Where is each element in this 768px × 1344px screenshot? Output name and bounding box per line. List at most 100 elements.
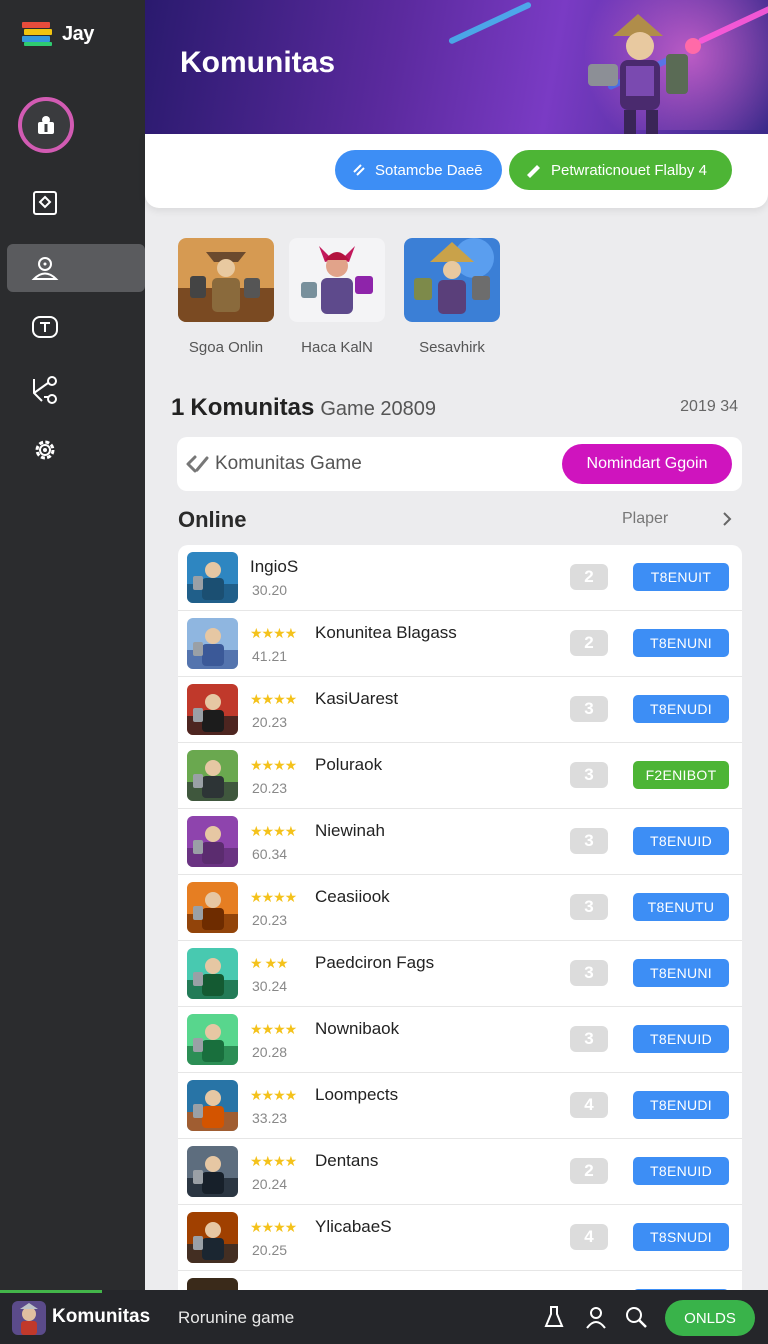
sidebar-item-community[interactable] (20, 246, 70, 290)
game-name: Poluraok (315, 755, 383, 774)
logo-icon (22, 20, 54, 48)
chevron-right-icon[interactable] (721, 510, 733, 528)
sidebar-item-tags[interactable] (20, 181, 70, 225)
app-name: Jay (62, 22, 94, 45)
rating-stars: ★★★★ (250, 757, 297, 773)
section-meta: 2019 34 (680, 398, 738, 415)
section-marker: 1 (171, 394, 185, 421)
flask-icon[interactable] (543, 1305, 565, 1329)
game-row[interactable]: IngioS 30.20 2 T8ENUIT (178, 545, 742, 611)
featured-game[interactable]: Sesavhirk (404, 238, 500, 356)
join-button[interactable]: Nomindart Ggoin (562, 444, 732, 484)
join-game-button[interactable]: T8ENUNI (633, 629, 729, 657)
game-name: Dentans (315, 1151, 379, 1170)
join-game-button[interactable]: T8ENUIT (633, 563, 729, 591)
bottom-subtitle: Rorunine game (178, 1308, 295, 1327)
player-count-badge: 2 (570, 630, 608, 656)
game-row[interactable]: ★★★★ Niewinah 60.34 3 T8ENUID (178, 809, 742, 875)
join-game-button[interactable]: T8ENUDI (633, 1091, 729, 1119)
game-name: Niewinah (315, 821, 385, 840)
search-input[interactable]: Komunitas Game (215, 453, 362, 475)
player-filter-link[interactable]: Plaper (622, 510, 668, 528)
game-row[interactable]: ★★★★ Loompects 33.23 4 T8ENUDI (178, 1073, 742, 1139)
featured-game-caption: Sgoa Onlin (188, 339, 264, 356)
join-game-button[interactable]: T8ENUID (633, 827, 729, 855)
rating-stars: ★★★★ (250, 625, 297, 641)
game-icon (187, 750, 238, 801)
game-icon (187, 816, 238, 867)
game-row[interactable]: ★★★★ YlicabaeS 20.25 4 T8SNUDI (178, 1205, 742, 1271)
game-name: Ceasiiook (315, 887, 390, 906)
hero-banner: Komunitas (145, 0, 768, 134)
sidebar-item-settings[interactable] (20, 428, 70, 472)
game-icon (187, 948, 238, 999)
game-meta: 20.23 (252, 714, 288, 730)
app-logo[interactable]: Jay (22, 20, 94, 48)
game-icon (187, 1014, 238, 1065)
gear-icon (35, 440, 55, 460)
page-title: Komunitas (180, 46, 336, 79)
bottom-bar: Komunitas Rorunine game ONLDS (0, 1290, 768, 1344)
game-row[interactable]: ★★★★ Poluraok 20.23 3 F2ENIBOT (178, 743, 742, 809)
bottom-progress-indicator (0, 1290, 102, 1293)
game-row[interactable]: ★★★★ KasiUarest 20.23 3 T8ENUDI (178, 677, 742, 743)
bottom-title: Komunitas (52, 1306, 151, 1327)
secondary-action-label: Petwraticnouet Flalby 4 (551, 161, 707, 179)
sidebar-item-share[interactable] (20, 368, 70, 412)
join-game-button[interactable]: T8ENUDI (633, 695, 729, 723)
primary-action-button[interactable]: Sotamcbe Daeē (335, 150, 502, 190)
game-meta: 33.23 (252, 1110, 288, 1126)
join-game-button[interactable]: T8ENUID (633, 1025, 729, 1053)
search-icon[interactable] (624, 1305, 648, 1329)
featured-game-caption: Sesavhirk (419, 339, 485, 356)
section-subtitle: Game 20809 (320, 398, 437, 420)
rating-stars: ★ ★★ (250, 955, 289, 971)
game-row[interactable]: ★★★★ Ceasiiook 20.23 3 T8ENUTU (178, 875, 742, 941)
profile-avatar[interactable] (18, 97, 74, 153)
player-count-badge: 3 (570, 1026, 608, 1052)
sidebar-item-text[interactable] (20, 305, 70, 349)
rating-stars: ★★★★ (250, 823, 297, 839)
online-heading: Online (178, 507, 247, 532)
link-icon (353, 164, 365, 176)
join-game-button[interactable]: T8ENUTU (633, 893, 729, 921)
player-count-badge: 3 (570, 894, 608, 920)
join-game-button[interactable]: T8SNUDI (633, 1223, 729, 1251)
game-list: IngioS 30.20 2 T8ENUIT ★★★★ Konunitea Blagass… (178, 545, 742, 1290)
game-icon (187, 1080, 238, 1131)
person-icon (31, 257, 59, 280)
online-status-button[interactable]: ONLDS (665, 1300, 755, 1336)
join-game-button[interactable]: T8ENUNI (633, 959, 729, 987)
player-count-badge: 3 (570, 762, 608, 788)
game-name: Nownibaok (315, 1019, 400, 1038)
secondary-action-button[interactable]: Petwraticnouet Flalby 4 (509, 150, 732, 190)
game-name: Paedciron Fags (315, 953, 435, 972)
profile-icon[interactable] (585, 1305, 607, 1329)
game-row[interactable]: ★ ★★ Paedciron Fags 30.24 3 T8ENUNI (178, 941, 742, 1007)
app-avatar[interactable] (12, 1301, 46, 1335)
rating-stars: ★★★★ (250, 1021, 297, 1037)
sidebar: Jay (0, 0, 145, 1290)
featured-game[interactable]: Sgoa Onlin (178, 238, 274, 356)
game-thumbnail (404, 238, 500, 322)
tools-icon (186, 455, 209, 473)
featured-game[interactable]: Haca KalN (289, 238, 385, 356)
hero-beam (447, 1, 533, 45)
game-row[interactable]: ★★★★ Nownibaok 20.28 3 T8ENUID (178, 1007, 742, 1073)
player-count-badge: 4 (570, 1224, 608, 1250)
join-game-button[interactable]: F2ENIBOT (633, 761, 729, 789)
game-row[interactable]: ★★★★ Konunitea Blagass 41.21 2 T8ENUNI (178, 611, 742, 677)
primary-action-label: Sotamcbe Daeē (375, 161, 483, 179)
game-meta: 30.24 (252, 978, 288, 994)
community-search: Komunitas Game Nomindart Ggoin (177, 437, 742, 491)
user-icon (38, 116, 54, 134)
game-icon (187, 552, 238, 603)
join-game-button[interactable]: T8ENUID (633, 1157, 729, 1185)
main-content: Komunitas Sotamcbe Daeē Petwraticnouet F… (145, 0, 768, 1290)
game-row[interactable]: ★★★★ Dentans 20.24 2 T8ENUID (178, 1139, 742, 1205)
game-meta: 20.24 (252, 1176, 288, 1192)
pencil-icon (527, 165, 540, 178)
player-count-badge: 3 (570, 960, 608, 986)
rating-stars: ★★★★ (250, 1153, 297, 1169)
game-meta: 20.23 (252, 912, 288, 928)
